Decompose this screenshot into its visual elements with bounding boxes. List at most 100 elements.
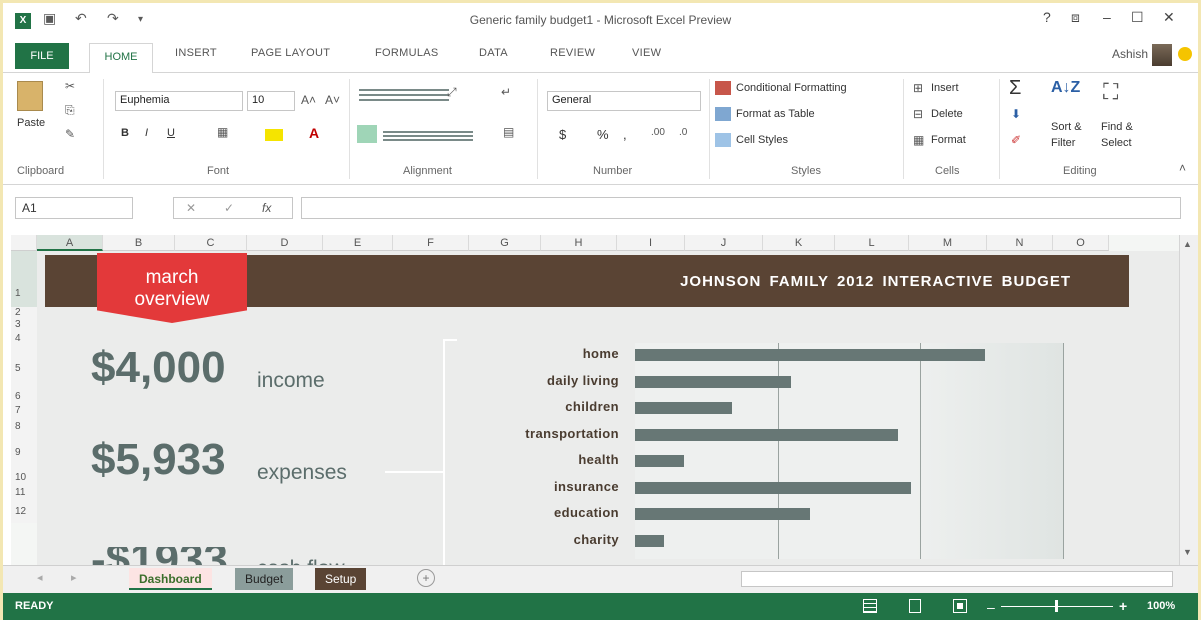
paste-button[interactable]: Paste (17, 117, 45, 129)
tab-file[interactable]: FILE (15, 43, 69, 69)
cancel-icon[interactable]: ✕ (186, 201, 196, 215)
format-cells-icon[interactable]: ▦ (913, 133, 924, 147)
orientation-icon[interactable]: ⤢ (447, 85, 457, 100)
column-header[interactable]: L (835, 235, 909, 251)
autosum-icon[interactable]: Σ (1009, 77, 1021, 100)
cut-icon[interactable]: ✂ (65, 79, 75, 93)
column-header[interactable]: C (175, 235, 247, 251)
zoom-slider-thumb[interactable] (1055, 600, 1058, 612)
italic-button[interactable]: I (145, 127, 148, 139)
zoom-level[interactable]: 100% (1147, 600, 1175, 612)
horizontal-scrollbar[interactable] (741, 571, 1173, 587)
delete-cells-icon[interactable]: ⊟ (913, 107, 923, 121)
vertical-scrollbar[interactable]: ▲ ▼ (1179, 235, 1198, 565)
zoom-out-icon[interactable]: – (987, 599, 995, 615)
format-painter-icon[interactable]: ✎ (65, 127, 75, 141)
shrink-font-icon[interactable]: A˅ (325, 93, 340, 107)
borders-icon[interactable]: ▦ (217, 125, 228, 139)
column-header[interactable]: D (247, 235, 323, 251)
paste-icon[interactable] (17, 81, 43, 111)
close-button[interactable]: ✕ (1163, 9, 1175, 26)
minimize-button[interactable]: – (1103, 9, 1111, 25)
insert-function-button[interactable]: fx (262, 201, 271, 215)
row-header[interactable]: 9 (11, 435, 37, 471)
find-select-button-line1[interactable]: Find & (1101, 121, 1133, 133)
column-header[interactable]: K (763, 235, 835, 251)
increase-decimal-icon[interactable]: .00 (651, 127, 665, 138)
row-header[interactable]: 7 (11, 403, 37, 419)
ribbon-display-icon[interactable]: ⧈ (1071, 9, 1080, 26)
sort-filter-button-line1[interactable]: Sort & (1051, 121, 1082, 133)
cell-styles-icon[interactable] (715, 133, 731, 147)
font-family-select[interactable]: Euphemia (115, 91, 243, 111)
column-header[interactable]: H (541, 235, 617, 251)
column-header[interactable]: O (1053, 235, 1109, 251)
row-header[interactable]: 8 (11, 419, 37, 435)
scroll-up-icon[interactable]: ▲ (1183, 239, 1192, 249)
column-header[interactable]: N (987, 235, 1053, 251)
row-header[interactable]: 3 (11, 319, 37, 331)
column-header[interactable]: G (469, 235, 541, 251)
column-header[interactable]: B (103, 235, 175, 251)
column-header[interactable]: M (909, 235, 987, 251)
column-header[interactable]: I (617, 235, 685, 251)
wrap-text-icon[interactable]: ↵ (501, 85, 511, 99)
row-header[interactable]: 12 (11, 501, 37, 523)
copy-icon[interactable]: ⎘ (65, 103, 75, 118)
row-header[interactable]: 10 (11, 471, 37, 485)
number-format-select[interactable]: General (547, 91, 701, 111)
font-size-select[interactable]: 10 (247, 91, 295, 111)
row-header[interactable]: 11 (11, 485, 37, 501)
cell-styles-button[interactable]: Cell Styles (736, 134, 788, 146)
formula-input[interactable] (301, 197, 1181, 219)
insert-cells-icon[interactable]: ⊞ (913, 81, 923, 95)
row-header[interactable]: 1 (11, 251, 37, 307)
tab-insert[interactable]: INSERT (175, 47, 217, 59)
sheet-tab-budget[interactable]: Budget (235, 568, 294, 590)
binoculars-icon[interactable]: ⛶ (1103, 79, 1118, 105)
conditional-formatting-icon[interactable] (715, 81, 731, 95)
underline-button[interactable]: U (167, 127, 175, 139)
name-box[interactable]: A1 (15, 197, 133, 219)
user-name[interactable]: Ashish (1112, 47, 1148, 61)
prev-sheet-icon[interactable]: ◂ (37, 571, 43, 584)
merge-center-icon[interactable]: ▤ (503, 125, 514, 139)
delete-cells-button[interactable]: Delete (931, 108, 963, 120)
scroll-down-icon[interactable]: ▼ (1183, 547, 1192, 557)
bold-button[interactable]: B (121, 127, 129, 139)
format-as-table-icon[interactable] (715, 107, 731, 121)
conditional-formatting-button[interactable]: Conditional Formatting (736, 82, 847, 94)
normal-view-icon[interactable] (863, 599, 877, 613)
format-cells-button[interactable]: Format (931, 134, 966, 146)
sort-filter-button-line2[interactable]: Filter (1051, 137, 1075, 149)
column-header[interactable]: F (393, 235, 469, 251)
percent-button[interactable]: % (597, 127, 609, 142)
collapse-ribbon-icon[interactable]: ˄ (1179, 161, 1186, 175)
tab-formulas[interactable]: FORMULAS (375, 47, 439, 59)
tab-review[interactable]: REVIEW (550, 47, 595, 59)
grow-font-icon[interactable]: A˄ (301, 93, 316, 107)
fill-icon[interactable]: ⬇ (1011, 107, 1021, 121)
avatar[interactable] (1152, 44, 1172, 66)
insert-cells-button[interactable]: Insert (931, 82, 959, 94)
tab-view[interactable]: VIEW (632, 47, 661, 59)
tab-page-layout[interactable]: PAGE LAYOUT (251, 47, 330, 59)
decrease-decimal-icon[interactable]: .0 (679, 127, 687, 138)
font-color-icon[interactable]: A (309, 125, 319, 141)
help-button[interactable]: ? (1043, 9, 1051, 25)
find-select-button-line2[interactable]: Select (1101, 137, 1132, 149)
page-layout-view-icon[interactable] (909, 599, 921, 613)
zoom-in-icon[interactable]: + (1119, 598, 1127, 614)
next-sheet-icon[interactable]: ▸ (71, 571, 77, 584)
feedback-smiley-icon[interactable] (1178, 47, 1192, 61)
align-indent-icons[interactable] (383, 129, 473, 141)
comma-button[interactable]: , (623, 127, 627, 142)
clear-icon[interactable]: ✐ (1011, 133, 1021, 147)
format-as-table-button[interactable]: Format as Table (736, 108, 815, 120)
tab-home[interactable]: HOME (89, 43, 153, 74)
align-left-icon[interactable] (357, 125, 377, 143)
sort-filter-icon[interactable]: A↓Z (1051, 79, 1080, 97)
fill-color-icon[interactable] (265, 129, 283, 141)
currency-button[interactable]: $ (559, 127, 566, 142)
column-header[interactable]: E (323, 235, 393, 251)
